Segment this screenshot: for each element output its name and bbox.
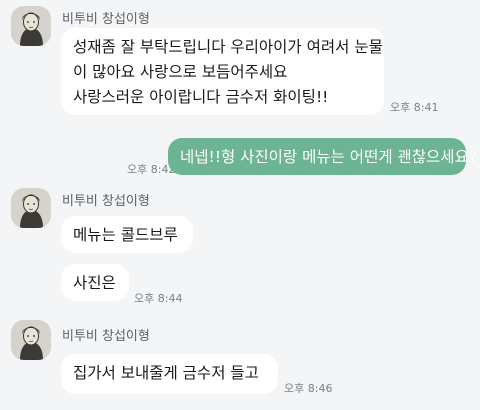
message-line: 이 많아요 사랑으로 보듬어주세요 (73, 63, 288, 81)
profile-photo-icon (11, 6, 51, 46)
avatar[interactable] (11, 320, 51, 360)
avatar[interactable] (11, 6, 51, 46)
message-text: 네넵!!형 사진이랑 메뉴는 어떤게 괜찮으세요? (180, 148, 478, 166)
sender-name: 비투비 창섭이형 (62, 329, 150, 344)
message-bubble-received[interactable]: 성재좀 잘 부탁드립니다 우리아이가 여려서 눈물 이 많아요 사랑으로 보듬어… (61, 28, 384, 115)
message-timestamp: 오후 8:41 (390, 101, 439, 114)
message-bubble-received[interactable]: 메뉴는 콜드브루 (61, 216, 193, 253)
message-bubble-sent[interactable]: 네넵!!형 사진이랑 메뉴는 어떤게 괜찮으세요? (168, 138, 478, 175)
sender-name: 비투비 창섭이형 (62, 194, 150, 209)
message-text: 메뉴는 콜드브루 (73, 226, 178, 244)
message-line: 성재좀 잘 부탁드립니다 우리아이가 여려서 눈물 (73, 38, 383, 56)
profile-photo-icon (11, 320, 51, 360)
message-text: 집가서 보내줄게 금수저 들고 (73, 364, 259, 382)
message-text: 사진은 (73, 274, 116, 292)
message-bubble-received[interactable]: 사진은 (61, 264, 129, 301)
sender-name: 비투비 창섭이형 (62, 12, 150, 27)
profile-photo-icon (11, 188, 51, 228)
message-timestamp: 오후 8:44 (134, 292, 183, 305)
message-bubble-received[interactable]: 집가서 보내줄게 금수저 들고 (61, 354, 278, 394)
avatar[interactable] (11, 188, 51, 228)
message-timestamp: 오후 8:46 (284, 382, 333, 395)
message-line: 사랑스러운 아이랍니다 금수저 화이팅!! (73, 88, 329, 106)
